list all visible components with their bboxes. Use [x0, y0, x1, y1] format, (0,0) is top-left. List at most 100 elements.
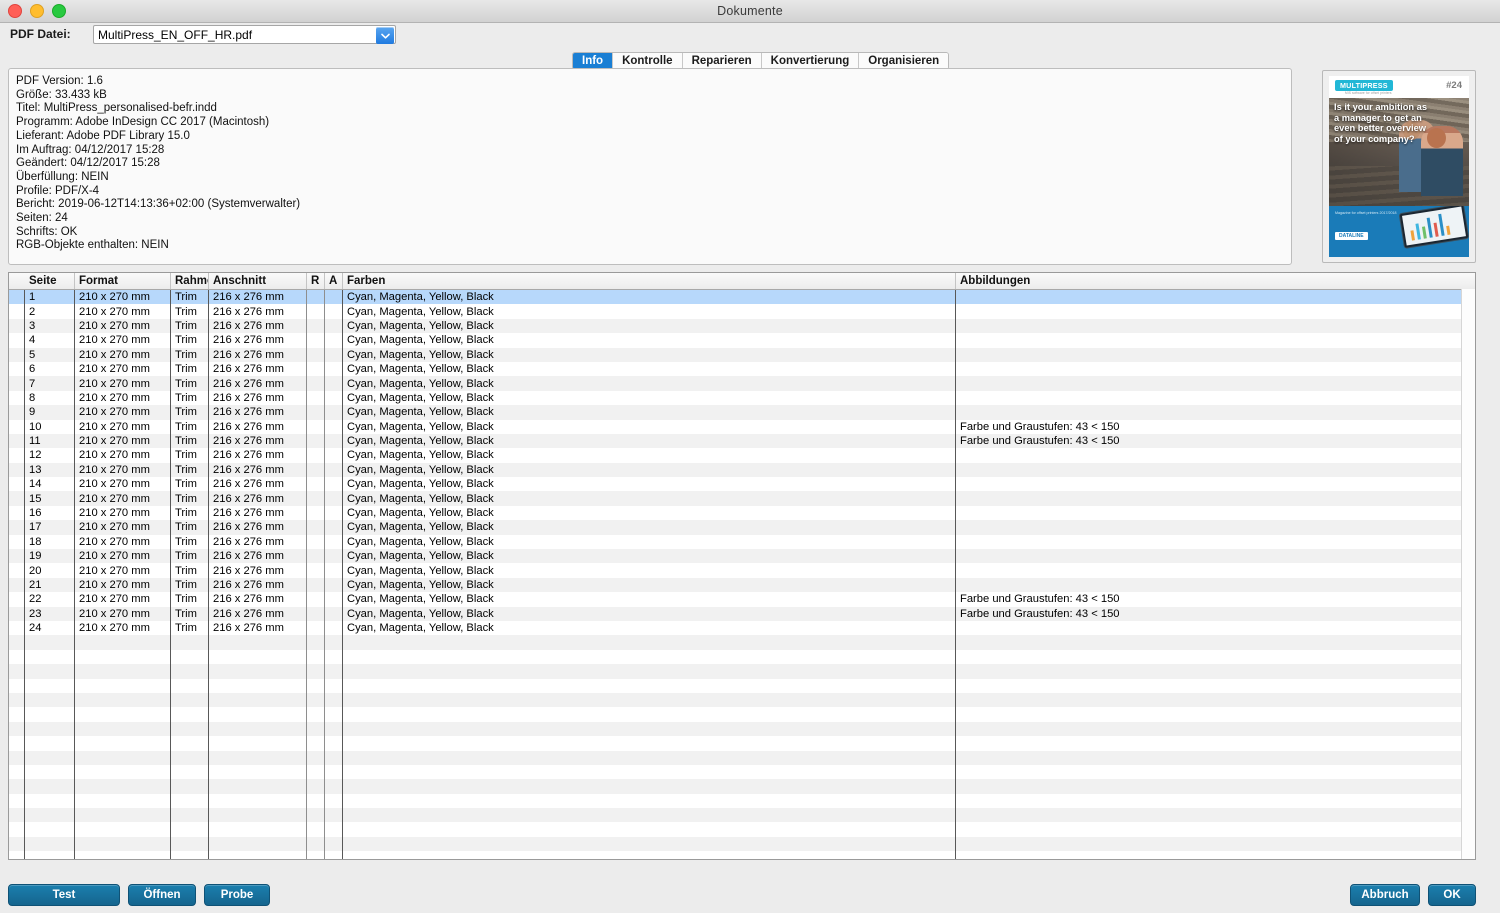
- cell-rahmen: Trim: [175, 507, 197, 520]
- column-header-farben[interactable]: Farben: [343, 273, 956, 289]
- table-row[interactable]: [9, 678, 1475, 693]
- table-row[interactable]: 23 210 x 270 mm Trim 216 x 276 mm Cyan, Mage…: [9, 606, 1475, 621]
- table-row[interactable]: [9, 635, 1475, 650]
- table-row[interactable]: 11 210 x 270 mm Trim 216 x 276 mm Cyan, Mage…: [9, 433, 1475, 449]
- cell-r: [307, 362, 325, 376]
- tab-info[interactable]: Info: [573, 53, 614, 69]
- table-vertical-scrollbar[interactable]: [1461, 289, 1475, 859]
- tab-reparieren[interactable]: Reparieren: [682, 53, 762, 69]
- -ffnen-button[interactable]: Öffnen: [128, 884, 196, 906]
- cell-anschnitt: [209, 751, 307, 765]
- table-row[interactable]: 24 210 x 270 mm Trim 216 x 276 mm Cyan, Mage…: [9, 620, 1475, 636]
- table-row[interactable]: [9, 764, 1475, 780]
- abbruch-button[interactable]: Abbruch: [1350, 884, 1420, 906]
- table-row[interactable]: [9, 664, 1475, 679]
- pages-table-body[interactable]: 1 210 x 270 mm Trim 216 x 276 mm Cyan, Magen…: [9, 290, 1475, 859]
- zoom-window-button[interactable]: [52, 4, 66, 18]
- table-row[interactable]: [9, 836, 1475, 852]
- cell-seite: [25, 851, 75, 859]
- cell-abbildungen: [956, 362, 1462, 376]
- cell-r: [307, 851, 325, 859]
- tablet-illustration: [1398, 206, 1469, 249]
- table-row[interactable]: 9 210 x 270 mm Trim 216 x 276 mm Cyan, Magen…: [9, 405, 1475, 420]
- tab-organisieren[interactable]: Organisieren: [859, 53, 949, 69]
- cell-anschnitt: [209, 822, 307, 836]
- table-row[interactable]: 5 210 x 270 mm Trim 216 x 276 mm Cyan, Magen…: [9, 347, 1475, 362]
- table-row[interactable]: [9, 736, 1475, 751]
- cell-abbildungen: [956, 650, 1462, 664]
- table-row[interactable]: 14 210 x 270 mm Trim 216 x 276 mm Cyan, Mage…: [9, 477, 1475, 492]
- cell-farben: Cyan, Magenta, Yellow, Black: [347, 579, 494, 591]
- cell-r: [307, 607, 325, 621]
- cell-anschnitt: 216 x 276 mm: [213, 377, 284, 390]
- cell-farben: Cyan, Magenta, Yellow, Black: [347, 593, 494, 606]
- table-row[interactable]: [9, 851, 1475, 859]
- cell-rahmen: Trim: [175, 492, 197, 505]
- table-row[interactable]: [9, 808, 1475, 823]
- column-header-r[interactable]: R: [307, 273, 325, 289]
- cell-farben: Cyan, Magenta, Yellow, Black: [347, 521, 494, 534]
- cell-farben: [343, 635, 956, 649]
- cell-anschnitt: 216 x 276 mm: [213, 564, 284, 577]
- table-row[interactable]: 3 210 x 270 mm Trim 216 x 276 mm Cyan, Magen…: [9, 318, 1475, 334]
- table-row[interactable]: 13 210 x 270 mm Trim 216 x 276 mm Cyan, Mage…: [9, 462, 1475, 478]
- table-row[interactable]: [9, 692, 1475, 708]
- minimize-window-button[interactable]: [30, 4, 44, 18]
- table-row[interactable]: 18 210 x 270 mm Trim 216 x 276 mm Cyan, Mage…: [9, 534, 1475, 550]
- cell-r: [307, 448, 325, 462]
- column-header-abbildungen[interactable]: Abbildungen: [956, 273, 1462, 289]
- cell-abbildungen: [956, 290, 1462, 304]
- table-row[interactable]: [9, 822, 1475, 837]
- cell-abbildungen: [956, 736, 1462, 750]
- chevron-down-icon[interactable]: [376, 27, 394, 44]
- table-row[interactable]: 8 210 x 270 mm Trim 216 x 276 mm Cyan, Magen…: [9, 390, 1475, 406]
- cell-format: 210 x 270 mm: [79, 607, 150, 620]
- cell-farben: Cyan, Magenta, Yellow, Black: [347, 391, 494, 404]
- table-row[interactable]: [9, 707, 1475, 722]
- info-line: Überfüllung: NEIN: [16, 170, 109, 183]
- cell-anschnitt: [209, 679, 307, 693]
- table-row[interactable]: 22 210 x 270 mm Trim 216 x 276 mm Cyan, Mage…: [9, 592, 1475, 607]
- column-header-a[interactable]: A: [325, 273, 343, 289]
- column-header-format[interactable]: Format: [75, 273, 171, 289]
- cell-r: [307, 837, 325, 851]
- table-row[interactable]: [9, 721, 1475, 737]
- table-row[interactable]: 17 210 x 270 mm Trim 216 x 276 mm Cyan, Mage…: [9, 520, 1475, 535]
- pdf-file-select[interactable]: MultiPress_EN_OFF_HR.pdf: [93, 25, 396, 44]
- table-row[interactable]: 10 210 x 270 mm Trim 216 x 276 mm Cyan, Mage…: [9, 419, 1475, 434]
- cell-format: [75, 837, 171, 851]
- test-button[interactable]: Test: [8, 884, 120, 906]
- table-row[interactable]: 20 210 x 270 mm Trim 216 x 276 mm Cyan, Mage…: [9, 563, 1475, 578]
- documents-window: Dokumente PDF Datei: MultiPress_EN_OFF_H…: [0, 0, 1500, 913]
- close-window-button[interactable]: [8, 4, 22, 18]
- table-row[interactable]: 19 210 x 270 mm Trim 216 x 276 mm Cyan, Mage…: [9, 549, 1475, 564]
- cell-r: [307, 664, 325, 678]
- table-row[interactable]: 12 210 x 270 mm Trim 216 x 276 mm Cyan, Mage…: [9, 448, 1475, 463]
- table-row[interactable]: 21 210 x 270 mm Trim 216 x 276 mm Cyan, Mage…: [9, 577, 1475, 593]
- column-header-seite[interactable]: Seite: [25, 273, 75, 289]
- table-row[interactable]: [9, 779, 1475, 794]
- table-row[interactable]: [9, 793, 1475, 809]
- cell-anschnitt: [209, 635, 307, 649]
- table-row[interactable]: 16 210 x 270 mm Trim 216 x 276 mm Cyan, Mage…: [9, 505, 1475, 521]
- table-row[interactable]: 7 210 x 270 mm Trim 216 x 276 mm Cyan, Magen…: [9, 376, 1475, 391]
- cell-seite: 24: [29, 622, 42, 635]
- cell-rahmen: Trim: [175, 305, 197, 318]
- column-header-rahmen[interactable]: Rahmen: [171, 273, 209, 289]
- table-row[interactable]: 15 210 x 270 mm Trim 216 x 276 mm Cyan, Mage…: [9, 491, 1475, 506]
- cell-format: [75, 808, 171, 822]
- pdf-preview-thumbnail[interactable]: MULTIPRESS MIS software for offset print…: [1322, 70, 1476, 263]
- table-row[interactable]: 6 210 x 270 mm Trim 216 x 276 mm Cyan, Magen…: [9, 361, 1475, 377]
- table-row[interactable]: 4 210 x 270 mm Trim 216 x 276 mm Cyan, Magen…: [9, 333, 1475, 348]
- cell-r: [307, 808, 325, 822]
- table-row[interactable]: 1 210 x 270 mm Trim 216 x 276 mm Cyan, Magen…: [9, 290, 1475, 305]
- tab-konvertierung[interactable]: Konvertierung: [761, 53, 860, 69]
- probe-button[interactable]: Probe: [204, 884, 270, 906]
- tab-kontrolle[interactable]: Kontrolle: [613, 53, 683, 69]
- table-row[interactable]: [9, 649, 1475, 665]
- column-header-anschnitt[interactable]: Anschnitt: [209, 273, 307, 289]
- info-line: Schrifts: OK: [16, 225, 78, 238]
- ok-button[interactable]: OK: [1428, 884, 1476, 906]
- table-row[interactable]: [9, 750, 1475, 765]
- table-row[interactable]: 2 210 x 270 mm Trim 216 x 276 mm Cyan, Magen…: [9, 304, 1475, 319]
